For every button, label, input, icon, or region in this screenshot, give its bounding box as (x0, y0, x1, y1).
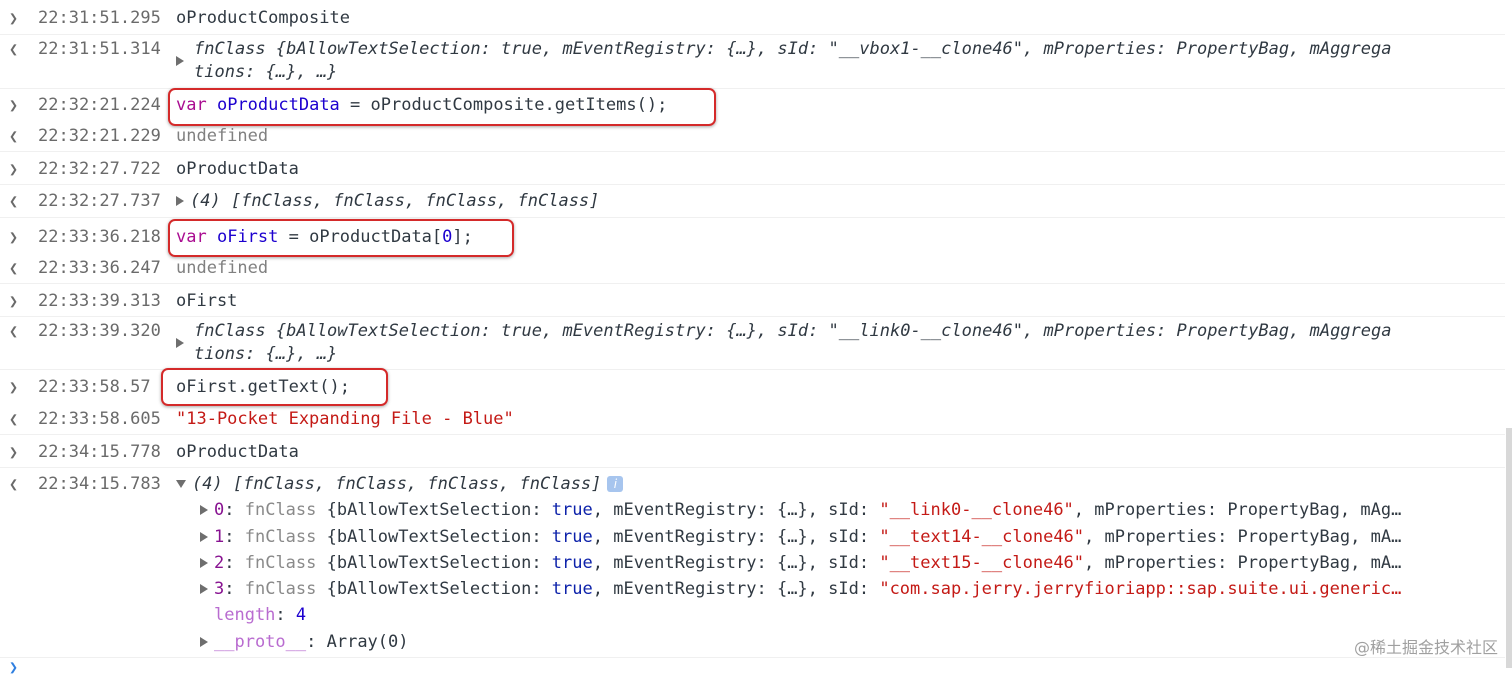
input-arrow-icon: ❯ (9, 292, 19, 310)
array-item[interactable]: 3: fnClass {bAllowTextSelection: true, m… (200, 579, 1401, 599)
output-arrow-icon: ❮ (9, 475, 19, 493)
expand-triangle-icon[interactable] (176, 51, 190, 71)
console-input[interactable]: oFirst (176, 291, 237, 311)
array-item[interactable]: 1: fnClass {bAllowTextSelection: true, m… (200, 527, 1401, 547)
console-input[interactable]: oProductData (176, 442, 299, 462)
console-input[interactable]: oProductData (176, 159, 299, 179)
console-output: "13-Pocket Expanding File - Blue" (176, 409, 514, 429)
scrollbar[interactable] (1506, 428, 1512, 668)
input-arrow-icon: ❯ (9, 160, 19, 178)
timestamp: 22:32:21.224 (38, 95, 161, 115)
input-arrow-icon: ❯ (9, 9, 19, 27)
output-arrow-icon: ❮ (9, 259, 19, 277)
timestamp: 22:32:21.229 (38, 126, 161, 146)
output-arrow-icon: ❮ (9, 322, 19, 340)
timestamp: 22:32:27.722 (38, 159, 161, 179)
console-output: undefined (176, 258, 269, 278)
output-arrow-icon: ❮ (9, 40, 19, 58)
length-property: length: 4 (214, 605, 307, 625)
watermark: @稀土掘金技术社区 (1353, 638, 1498, 657)
array-item[interactable]: 2: fnClass {bAllowTextSelection: true, m… (200, 553, 1401, 573)
console-input[interactable]: oProductComposite (176, 8, 350, 28)
info-icon[interactable]: i (607, 476, 624, 492)
console-prompt-icon[interactable]: ❯ (9, 660, 18, 675)
object-preview-line: tions: {…}, …} (194, 62, 338, 82)
timestamp: 22:33:36.247 (38, 258, 161, 278)
timestamp: 22:34:15.778 (38, 442, 161, 462)
array-preview[interactable]: (4) [fnClass, fnClass, fnClass, fnClass] (176, 191, 599, 211)
output-arrow-icon: ❮ (9, 192, 19, 210)
timestamp: 22:31:51.314 (38, 39, 161, 59)
highlight-box (161, 368, 388, 406)
timestamp: 22:33:39.313 (38, 291, 161, 311)
console-output: undefined (176, 126, 269, 146)
timestamp: 22:31:51.295 (38, 8, 161, 28)
input-arrow-icon: ❯ (9, 228, 19, 246)
output-arrow-icon: ❮ (9, 410, 19, 428)
proto-property[interactable]: __proto__: Array(0) (200, 632, 409, 652)
object-preview-line[interactable]: fnClass {bAllowTextSelection: true, mEve… (194, 321, 1391, 341)
input-arrow-icon: ❯ (9, 378, 19, 396)
array-preview-expanded[interactable]: (4) [fnClass, fnClass, fnClass, fnClass]… (176, 474, 624, 494)
timestamp: 22:33:39.320 (38, 321, 161, 341)
collapse-triangle-icon[interactable] (176, 480, 186, 488)
timestamp: 22:33:36.218 (38, 227, 161, 247)
timestamp: 22:33:58.57 (38, 377, 151, 397)
input-arrow-icon: ❯ (9, 96, 19, 114)
object-preview-line: tions: {…}, …} (194, 344, 338, 364)
timestamp: 22:32:27.737 (38, 191, 161, 211)
timestamp: 22:33:58.605 (38, 409, 161, 429)
input-arrow-icon: ❯ (9, 443, 19, 461)
object-preview-line[interactable]: fnClass {bAllowTextSelection: true, mEve… (194, 39, 1391, 59)
timestamp: 22:34:15.783 (38, 474, 161, 494)
array-item[interactable]: 0: fnClass {bAllowTextSelection: true, m… (200, 500, 1401, 520)
highlight-box (168, 88, 716, 126)
expand-triangle-icon[interactable] (176, 333, 190, 353)
highlight-box (168, 219, 514, 257)
output-arrow-icon: ❮ (9, 127, 19, 145)
